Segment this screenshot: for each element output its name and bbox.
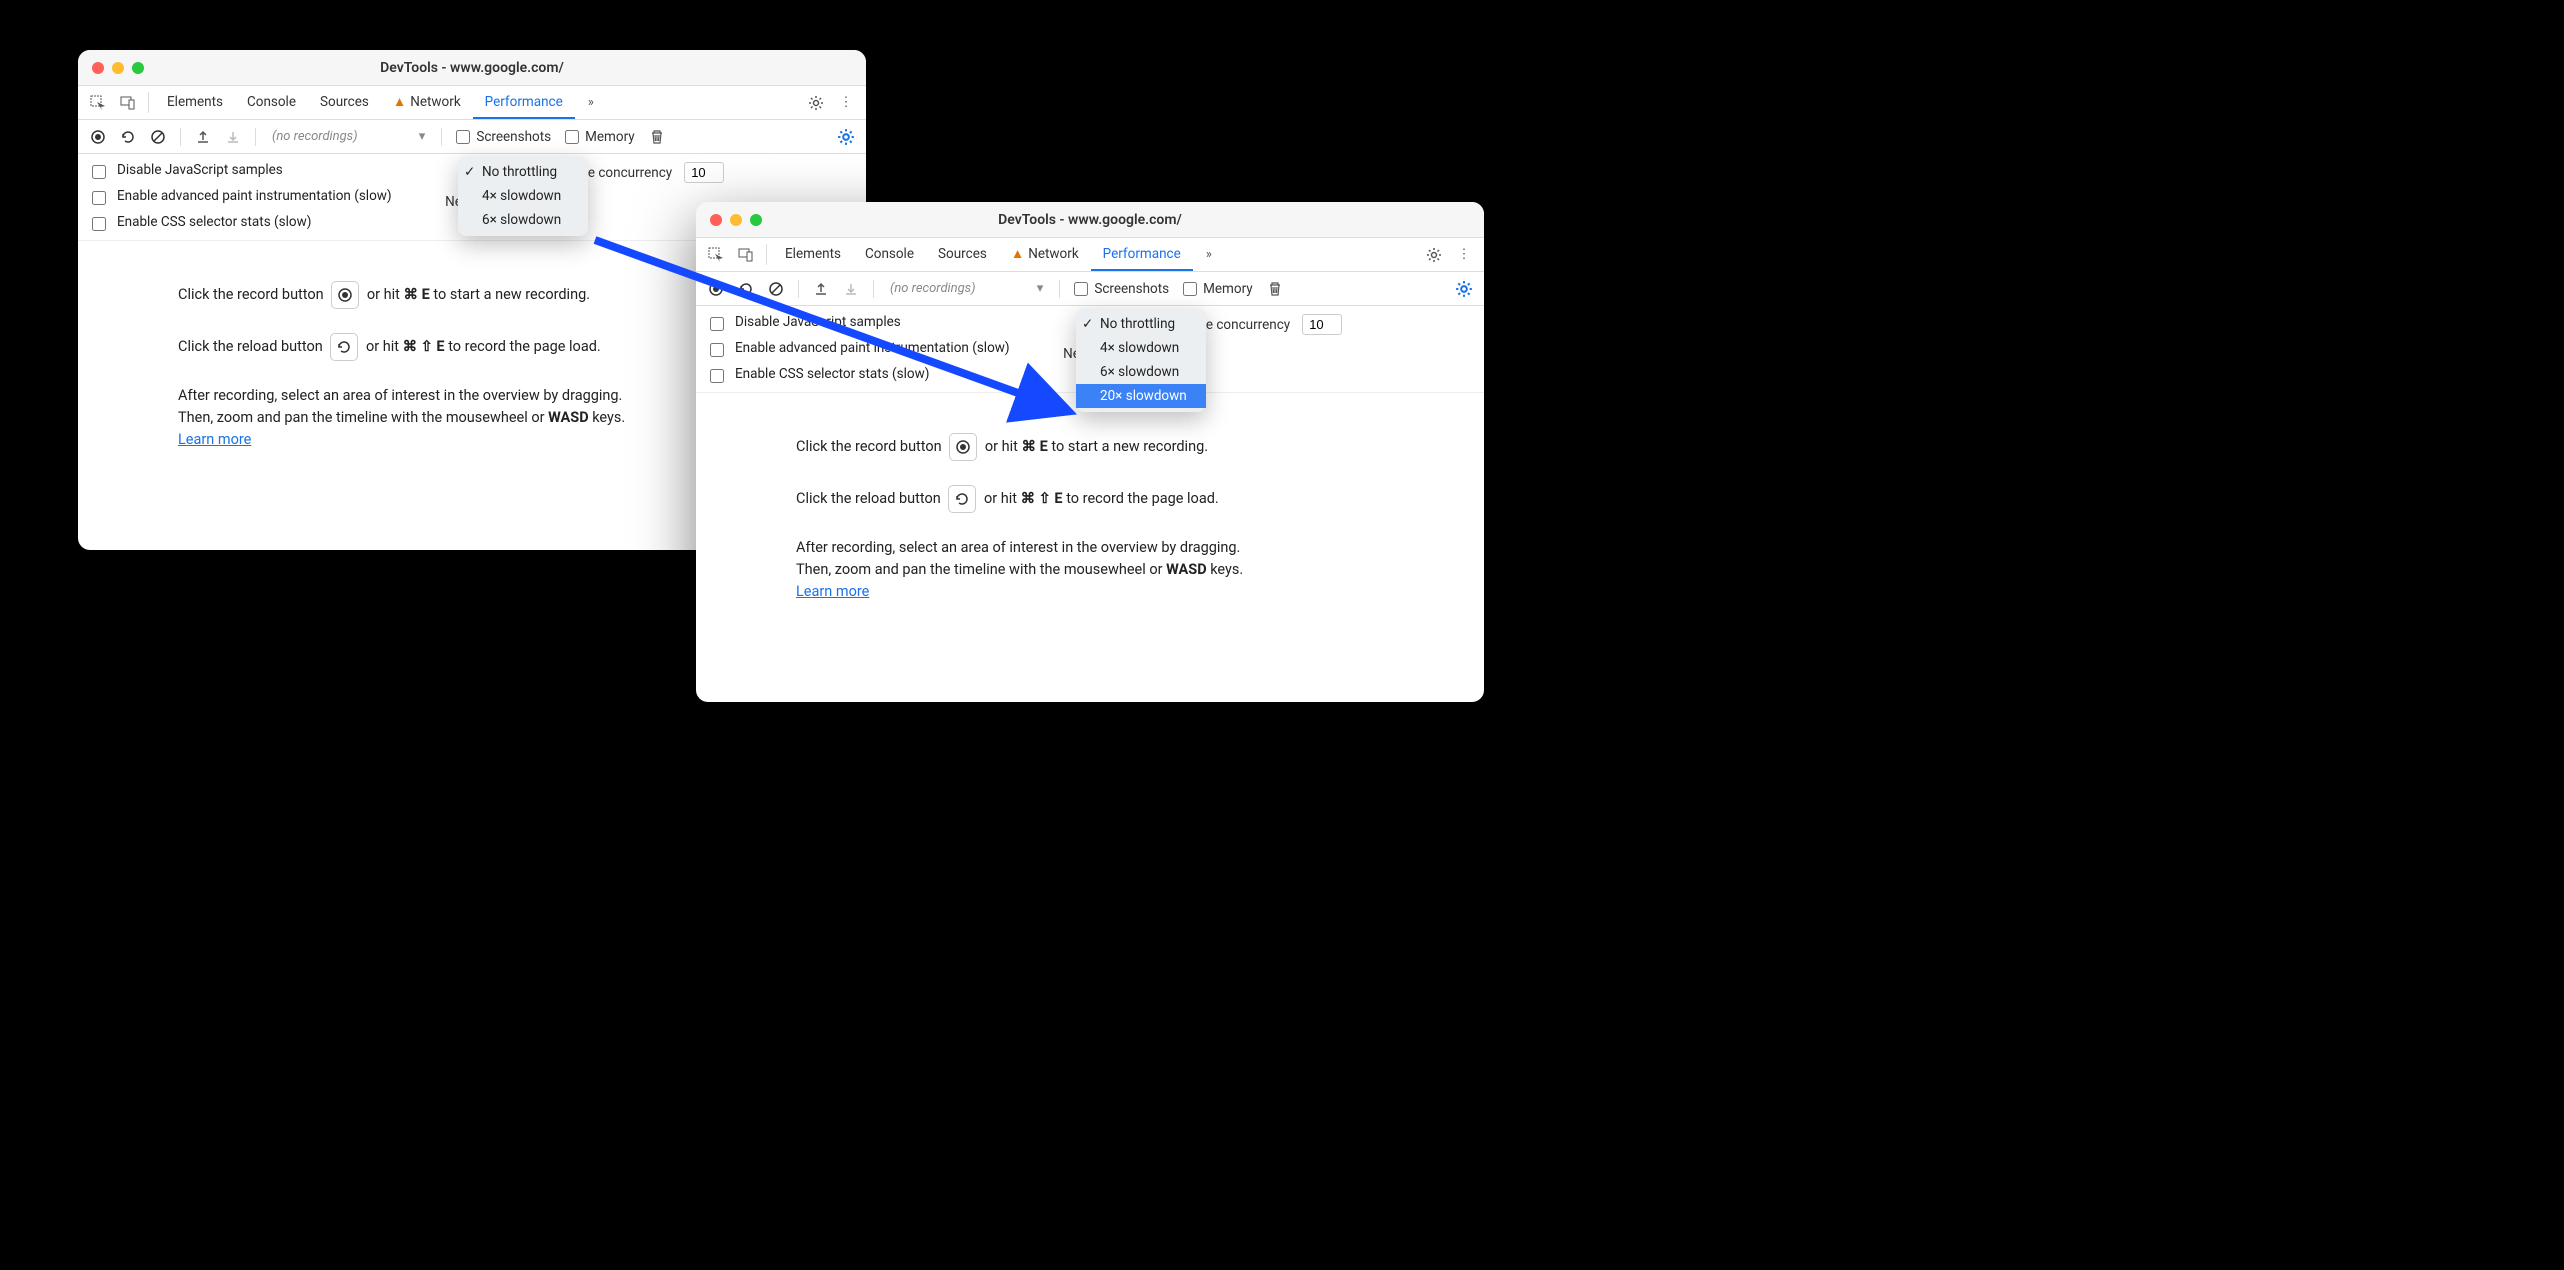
hw-concurrency-input[interactable] bbox=[1302, 314, 1342, 335]
check-icon: ✓ bbox=[464, 164, 475, 180]
zoom-button[interactable] bbox=[132, 62, 144, 74]
clear-button[interactable] bbox=[764, 277, 788, 301]
device-toggle-icon[interactable] bbox=[114, 86, 142, 119]
recordings-select[interactable]: (no recordings) ▾ bbox=[884, 279, 1049, 298]
adv-paint-checkbox[interactable]: Enable advanced paint instrumentation (s… bbox=[706, 340, 1049, 360]
dd-item-6x[interactable]: 6× slowdown bbox=[1076, 360, 1206, 384]
check-icon: ✓ bbox=[1082, 316, 1093, 332]
tab-console[interactable]: Console bbox=[235, 86, 308, 119]
tab-elements[interactable]: Elements bbox=[155, 86, 235, 119]
record-button[interactable] bbox=[86, 125, 110, 149]
tab-console[interactable]: Console bbox=[853, 238, 926, 271]
inspect-icon[interactable] bbox=[702, 238, 730, 271]
capture-settings-icon[interactable] bbox=[834, 125, 858, 149]
tab-network[interactable]: ▲ Network bbox=[381, 86, 473, 119]
record-inline-button[interactable] bbox=[331, 281, 359, 309]
learn-more-link[interactable]: Learn more bbox=[178, 431, 251, 448]
reload-inline-button[interactable] bbox=[948, 485, 976, 513]
titlebar: DevTools - www.google.com/ bbox=[696, 202, 1484, 238]
trash-icon[interactable] bbox=[1263, 277, 1287, 301]
cpu-throttling-dropdown[interactable]: ✓No throttling 4× slowdown 6× slowdown 2… bbox=[1076, 308, 1206, 412]
minimize-button[interactable] bbox=[112, 62, 124, 74]
dd-item-20x[interactable]: 20× slowdown bbox=[1076, 384, 1206, 408]
css-stats-checkbox[interactable]: Enable CSS selector stats (slow) bbox=[88, 214, 431, 234]
download-icon[interactable] bbox=[839, 277, 863, 301]
record-button[interactable] bbox=[704, 277, 728, 301]
memory-checkbox[interactable]: Memory bbox=[1179, 281, 1257, 297]
reload-button[interactable] bbox=[734, 277, 758, 301]
device-toggle-icon[interactable] bbox=[732, 238, 760, 271]
record-inline-button[interactable] bbox=[949, 433, 977, 461]
devtools-tabbar: Elements Console Sources ▲ Network Perfo… bbox=[696, 238, 1484, 272]
window-title: DevTools - www.google.com/ bbox=[78, 60, 866, 76]
more-tabs-icon[interactable]: » bbox=[1195, 238, 1223, 271]
traffic-lights bbox=[696, 214, 776, 226]
warning-icon: ▲ bbox=[1011, 246, 1024, 262]
perf-landing-body: Click the record button or hit ⌘ E to st… bbox=[696, 393, 1484, 636]
download-icon[interactable] bbox=[221, 125, 245, 149]
capture-settings-icon[interactable] bbox=[1452, 277, 1476, 301]
tab-sources[interactable]: Sources bbox=[308, 86, 381, 119]
titlebar: DevTools - www.google.com/ bbox=[78, 50, 866, 86]
tab-network[interactable]: ▲ Network bbox=[999, 238, 1091, 271]
dd-item-6x[interactable]: 6× slowdown bbox=[458, 208, 588, 232]
reload-button[interactable] bbox=[116, 125, 140, 149]
close-button[interactable] bbox=[92, 62, 104, 74]
capture-settings-panel: Disable JavaScript samples Enable advanc… bbox=[696, 306, 1484, 393]
warning-icon: ▲ bbox=[393, 94, 406, 110]
panel-tabs: Elements Console Sources ▲ Network Perfo… bbox=[155, 86, 575, 119]
disable-js-checkbox[interactable]: Disable JavaScript samples bbox=[706, 314, 1049, 334]
dd-item-no-throttling[interactable]: ✓No throttling bbox=[458, 160, 588, 184]
zoom-button[interactable] bbox=[750, 214, 762, 226]
kebab-menu-icon[interactable]: ⋮ bbox=[1450, 238, 1478, 271]
settings-gear-icon[interactable] bbox=[802, 86, 830, 119]
tab-performance[interactable]: Performance bbox=[1091, 238, 1193, 271]
adv-paint-checkbox[interactable]: Enable advanced paint instrumentation (s… bbox=[88, 188, 431, 208]
panel-tabs: Elements Console Sources ▲ Network Perfo… bbox=[773, 238, 1193, 271]
settings-gear-icon[interactable] bbox=[1420, 238, 1448, 271]
window-title: DevTools - www.google.com/ bbox=[696, 212, 1484, 228]
traffic-lights bbox=[78, 62, 158, 74]
devtools-window: DevTools - www.google.com/ Elements Cons… bbox=[696, 202, 1484, 702]
tab-elements[interactable]: Elements bbox=[773, 238, 853, 271]
perf-toolbar: (no recordings) ▾ Screenshots Memory bbox=[696, 272, 1484, 306]
dd-item-4x[interactable]: 4× slowdown bbox=[1076, 336, 1206, 360]
upload-icon[interactable] bbox=[809, 277, 833, 301]
more-tabs-icon[interactable]: » bbox=[577, 86, 605, 119]
close-button[interactable] bbox=[710, 214, 722, 226]
caret-down-icon: ▾ bbox=[1037, 281, 1044, 296]
disable-js-checkbox[interactable]: Disable JavaScript samples bbox=[88, 162, 431, 182]
upload-icon[interactable] bbox=[191, 125, 215, 149]
caret-down-icon: ▾ bbox=[419, 129, 426, 144]
devtools-tabbar: Elements Console Sources ▲ Network Perfo… bbox=[78, 86, 866, 120]
tab-sources[interactable]: Sources bbox=[926, 238, 999, 271]
kebab-menu-icon[interactable]: ⋮ bbox=[832, 86, 860, 119]
screenshots-checkbox[interactable]: Screenshots bbox=[1070, 281, 1173, 297]
dd-item-no-throttling[interactable]: ✓No throttling bbox=[1076, 312, 1206, 336]
hw-concurrency-input[interactable] bbox=[684, 162, 724, 183]
dd-item-4x[interactable]: 4× slowdown bbox=[458, 184, 588, 208]
tab-performance[interactable]: Performance bbox=[473, 86, 575, 119]
clear-button[interactable] bbox=[146, 125, 170, 149]
reload-inline-button[interactable] bbox=[330, 333, 358, 361]
minimize-button[interactable] bbox=[730, 214, 742, 226]
inspect-icon[interactable] bbox=[84, 86, 112, 119]
cpu-throttling-dropdown[interactable]: ✓No throttling 4× slowdown 6× slowdown bbox=[458, 156, 588, 236]
trash-icon[interactable] bbox=[645, 125, 669, 149]
screenshots-checkbox[interactable]: Screenshots bbox=[452, 129, 555, 145]
learn-more-link[interactable]: Learn more bbox=[796, 583, 869, 600]
css-stats-checkbox[interactable]: Enable CSS selector stats (slow) bbox=[706, 366, 1049, 386]
perf-toolbar: (no recordings) ▾ Screenshots Memory bbox=[78, 120, 866, 154]
recordings-select[interactable]: (no recordings) ▾ bbox=[266, 127, 431, 146]
memory-checkbox[interactable]: Memory bbox=[561, 129, 639, 145]
